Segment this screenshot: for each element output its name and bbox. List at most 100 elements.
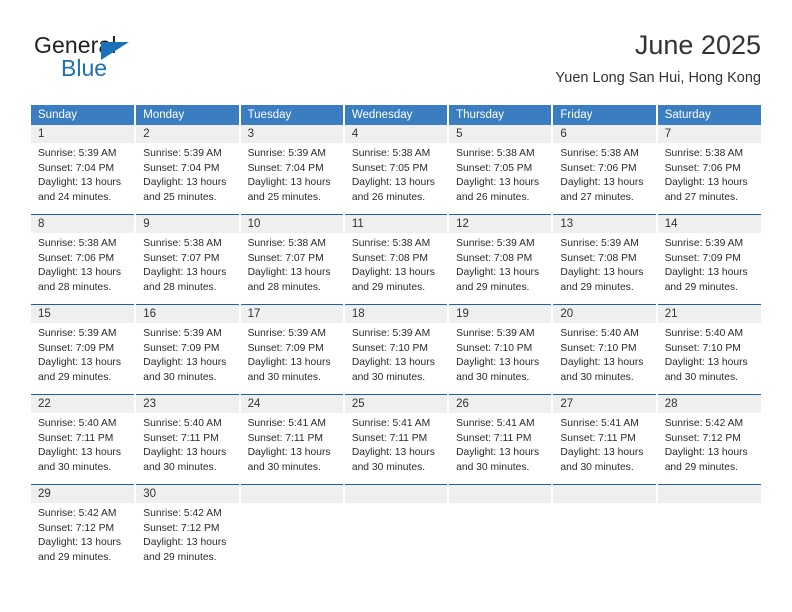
sunset-text: Sunset: 7:10 PM <box>456 342 533 354</box>
sunrise-text: Sunrise: 5:42 AM <box>143 508 222 519</box>
daylight-text: Daylight: 13 hours and 26 minutes. <box>351 177 435 203</box>
sunset-text: Sunset: 7:04 PM <box>143 162 220 174</box>
day-cell[interactable]: 30 Sunrise: 5:42 AM Sunset: 7:12 PM Dayl… <box>136 485 239 574</box>
day-cell[interactable]: 2 Sunrise: 5:39 AM Sunset: 7:04 PM Dayli… <box>136 125 239 214</box>
day-cell[interactable]: 17 Sunrise: 5:39 AM Sunset: 7:09 PM Dayl… <box>240 305 343 394</box>
sunset-text: Sunset: 7:09 PM <box>247 342 324 354</box>
day-cell[interactable]: 14 Sunrise: 5:39 AM Sunset: 7:09 PM Dayl… <box>657 215 761 304</box>
day-details: Sunrise: 5:39 AM Sunset: 7:09 PM Dayligh… <box>31 323 134 385</box>
weekday-header-monday: Monday <box>135 105 241 125</box>
daylight-text: Daylight: 13 hours and 26 minutes. <box>456 177 540 203</box>
sunrise-text: Sunrise: 5:42 AM <box>38 508 117 519</box>
sunrise-text: Sunrise: 5:41 AM <box>560 418 639 429</box>
title-block: June 2025 Yuen Long San Hui, Hong Kong <box>555 28 761 89</box>
day-cell[interactable]: 18 Sunrise: 5:39 AM Sunset: 7:10 PM Dayl… <box>344 305 448 394</box>
sunrise-text: Sunrise: 5:39 AM <box>38 148 117 159</box>
day-cell[interactable]: 16 Sunrise: 5:39 AM Sunset: 7:09 PM Dayl… <box>136 305 239 394</box>
sunset-text: Sunset: 7:06 PM <box>38 252 115 264</box>
day-cell[interactable]: 20 Sunrise: 5:40 AM Sunset: 7:10 PM Dayl… <box>553 305 656 394</box>
sunrise-text: Sunrise: 5:40 AM <box>664 328 744 339</box>
daylight-text: Daylight: 13 hours and 28 minutes. <box>143 267 227 293</box>
sunset-text: Sunset: 7:11 PM <box>560 432 636 444</box>
daylight-text: Daylight: 13 hours and 30 minutes. <box>38 447 121 473</box>
brand-logo[interactable]: General Blue <box>31 32 271 94</box>
day-cell[interactable]: 27 Sunrise: 5:41 AM Sunset: 7:11 PM Dayl… <box>553 395 656 484</box>
day-cell[interactable]: 13 Sunrise: 5:39 AM Sunset: 7:08 PM Dayl… <box>553 215 656 304</box>
weekday-header-sunday: Sunday <box>31 105 137 125</box>
day-cell[interactable]: 22 Sunrise: 5:40 AM Sunset: 7:11 PM Dayl… <box>31 395 135 484</box>
day-number: 5 <box>449 125 552 143</box>
sunset-text: Sunset: 7:10 PM <box>560 342 637 354</box>
day-cell[interactable]: 29 Sunrise: 5:42 AM Sunset: 7:12 PM Dayl… <box>31 485 135 574</box>
sunset-text: Sunset: 7:09 PM <box>143 342 220 354</box>
day-details: Sunrise: 5:38 AM Sunset: 7:06 PM Dayligh… <box>658 143 761 205</box>
sunrise-text: Sunrise: 5:39 AM <box>143 328 222 339</box>
daylight-text: Daylight: 13 hours and 27 minutes. <box>664 177 748 203</box>
day-details: Sunrise: 5:38 AM Sunset: 7:07 PM Dayligh… <box>136 233 238 295</box>
day-number: 25 <box>344 395 448 413</box>
sunrise-text: Sunrise: 5:39 AM <box>143 148 222 159</box>
daylight-text: Daylight: 13 hours and 30 minutes. <box>143 447 227 473</box>
day-cell[interactable]: 11 Sunrise: 5:38 AM Sunset: 7:08 PM Dayl… <box>344 215 448 304</box>
day-cell[interactable]: 5 Sunrise: 5:38 AM Sunset: 7:05 PM Dayli… <box>449 125 552 214</box>
day-cell[interactable]: 19 Sunrise: 5:39 AM Sunset: 7:10 PM Dayl… <box>449 305 552 394</box>
day-details: Sunrise: 5:40 AM Sunset: 7:11 PM Dayligh… <box>136 413 238 475</box>
page-title: June 2025 <box>634 30 761 60</box>
day-number: 30 <box>136 485 239 503</box>
day-cell[interactable]: 1 Sunrise: 5:39 AM Sunset: 7:04 PM Dayli… <box>31 125 135 214</box>
day-number <box>553 485 656 503</box>
day-number <box>240 485 343 503</box>
day-cell[interactable]: 28 Sunrise: 5:42 AM Sunset: 7:12 PM Dayl… <box>657 395 761 484</box>
sunrise-text: Sunrise: 5:39 AM <box>456 238 535 249</box>
day-cell[interactable]: 26 Sunrise: 5:41 AM Sunset: 7:11 PM Dayl… <box>449 395 552 484</box>
daylight-text: Daylight: 13 hours and 30 minutes. <box>247 357 331 383</box>
day-details: Sunrise: 5:38 AM Sunset: 7:08 PM Dayligh… <box>345 233 447 295</box>
day-cell[interactable]: 4 Sunrise: 5:38 AM Sunset: 7:05 PM Dayli… <box>344 125 448 214</box>
daylight-text: Daylight: 13 hours and 30 minutes. <box>560 447 644 473</box>
day-number: 1 <box>31 125 135 143</box>
day-cell[interactable]: 8 Sunrise: 5:38 AM Sunset: 7:06 PM Dayli… <box>31 215 135 304</box>
day-number: 15 <box>31 305 135 323</box>
day-details: Sunrise: 5:39 AM Sunset: 7:04 PM Dayligh… <box>241 143 343 205</box>
page-header: General Blue June 2025 Yuen Long San Hui… <box>31 28 761 98</box>
day-cell[interactable]: 23 Sunrise: 5:40 AM Sunset: 7:11 PM Dayl… <box>136 395 239 484</box>
day-number: 11 <box>344 215 448 233</box>
day-cell[interactable]: 15 Sunrise: 5:39 AM Sunset: 7:09 PM Dayl… <box>31 305 135 394</box>
day-cell[interactable]: 7 Sunrise: 5:38 AM Sunset: 7:06 PM Dayli… <box>657 125 761 214</box>
day-cell-empty <box>240 485 343 574</box>
sunrise-text: Sunrise: 5:41 AM <box>351 418 431 429</box>
day-details: Sunrise: 5:38 AM Sunset: 7:05 PM Dayligh… <box>345 143 447 205</box>
sunrise-text: Sunrise: 5:38 AM <box>664 148 744 159</box>
day-number: 3 <box>240 125 343 143</box>
sunset-text: Sunset: 7:06 PM <box>560 162 637 174</box>
day-cell[interactable]: 24 Sunrise: 5:41 AM Sunset: 7:11 PM Dayl… <box>240 395 343 484</box>
daylight-text: Daylight: 13 hours and 29 minutes. <box>560 267 644 293</box>
day-details: Sunrise: 5:39 AM Sunset: 7:09 PM Dayligh… <box>136 323 238 385</box>
sunrise-text: Sunrise: 5:38 AM <box>143 238 222 249</box>
brand-name-blue: Blue <box>61 55 108 81</box>
sunrise-text: Sunrise: 5:41 AM <box>247 418 326 429</box>
day-details: Sunrise: 5:42 AM Sunset: 7:12 PM Dayligh… <box>658 413 761 475</box>
daylight-text: Daylight: 13 hours and 25 minutes. <box>247 177 331 203</box>
day-cell[interactable]: 3 Sunrise: 5:39 AM Sunset: 7:04 PM Dayli… <box>240 125 343 214</box>
sunset-text: Sunset: 7:08 PM <box>351 252 428 264</box>
sunset-text: Sunset: 7:11 PM <box>456 432 532 444</box>
sunset-text: Sunset: 7:05 PM <box>351 162 428 174</box>
day-cell-empty <box>344 485 448 574</box>
day-cell[interactable]: 9 Sunrise: 5:38 AM Sunset: 7:07 PM Dayli… <box>136 215 239 304</box>
day-cell[interactable]: 25 Sunrise: 5:41 AM Sunset: 7:11 PM Dayl… <box>344 395 448 484</box>
day-details: Sunrise: 5:41 AM Sunset: 7:11 PM Dayligh… <box>449 413 551 475</box>
sunset-text: Sunset: 7:12 PM <box>38 522 115 534</box>
sunrise-text: Sunrise: 5:38 AM <box>38 238 117 249</box>
day-cell[interactable]: 21 Sunrise: 5:40 AM Sunset: 7:10 PM Dayl… <box>657 305 761 394</box>
day-cell[interactable]: 6 Sunrise: 5:38 AM Sunset: 7:06 PM Dayli… <box>553 125 656 214</box>
day-number <box>344 485 448 503</box>
sunrise-text: Sunrise: 5:38 AM <box>351 238 431 249</box>
day-details: Sunrise: 5:41 AM Sunset: 7:11 PM Dayligh… <box>553 413 655 475</box>
daylight-text: Daylight: 13 hours and 24 minutes. <box>38 177 121 203</box>
day-cell[interactable]: 10 Sunrise: 5:38 AM Sunset: 7:07 PM Dayl… <box>240 215 343 304</box>
day-cell-empty <box>449 485 552 574</box>
day-cell[interactable]: 12 Sunrise: 5:39 AM Sunset: 7:08 PM Dayl… <box>449 215 552 304</box>
day-number: 6 <box>553 125 656 143</box>
day-number: 18 <box>344 305 448 323</box>
